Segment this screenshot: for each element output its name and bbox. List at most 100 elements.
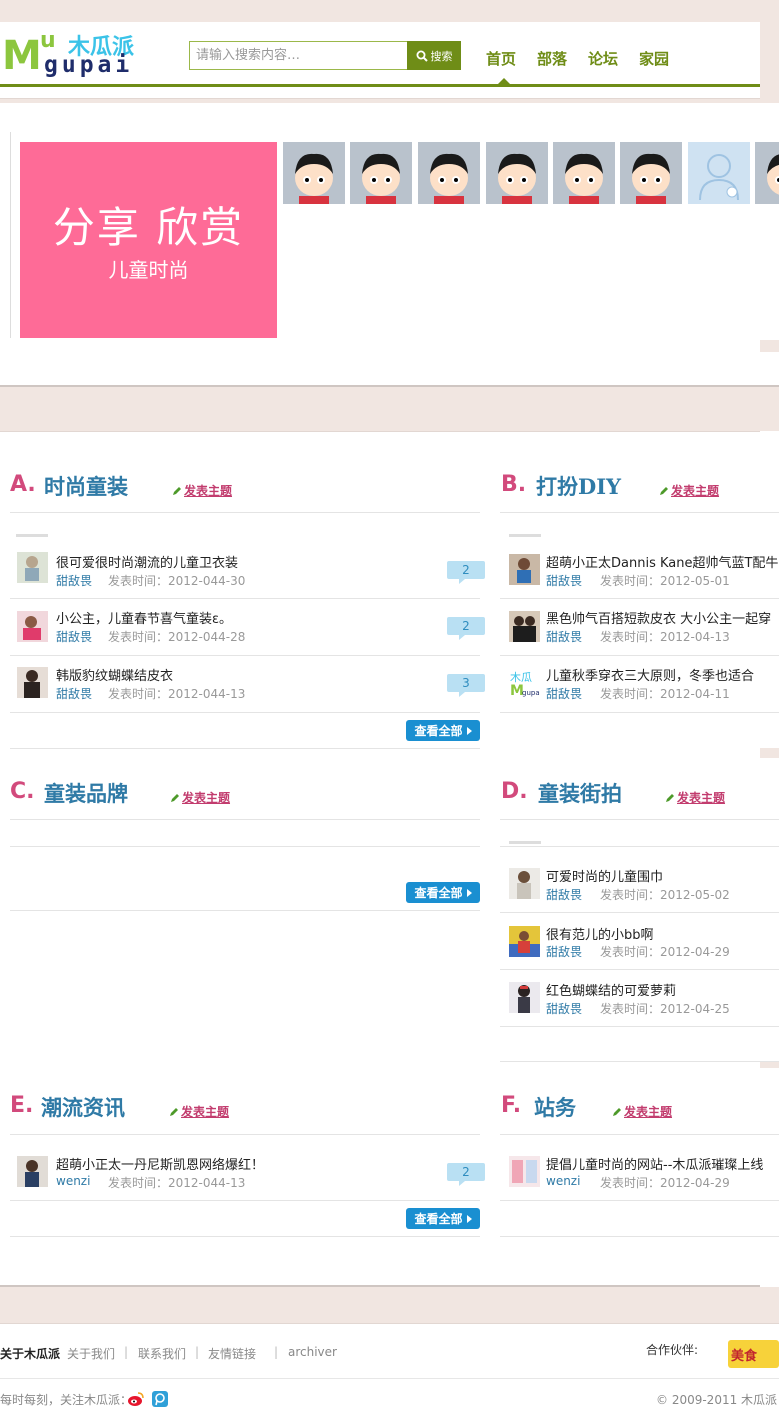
section-b-post-link[interactable]: 发表主题 — [659, 482, 719, 499]
post-title[interactable]: 韩版豹纹蝴蝶结皮衣 — [56, 665, 436, 684]
post-author[interactable]: 甜敌畏 — [56, 572, 92, 589]
post-time: 发表时间：2012-044-13 — [108, 1176, 246, 1190]
divider — [500, 969, 779, 970]
section-d-post-link[interactable]: 发表主题 — [665, 789, 725, 806]
post-title[interactable]: 很可爱很时尚潮流的儿童卫衣装 — [56, 552, 436, 571]
section-a-letter: A. — [10, 472, 36, 497]
section-e-view-all-button[interactable]: 查看全部 — [406, 1208, 480, 1229]
post-thumbnail[interactable] — [509, 554, 540, 585]
footer-link-archiver[interactable]: archiver — [288, 1345, 337, 1359]
post-thumbnail[interactable] — [17, 667, 48, 698]
pencil-icon — [171, 793, 179, 802]
cartoon-girl-icon — [755, 142, 779, 204]
footer-follow-text: 每时每刻，关注木瓜派： — [0, 1393, 133, 1407]
section-b-title[interactable]: 打扮DIY — [536, 471, 621, 501]
post-thumbnail[interactable] — [509, 926, 540, 957]
footer-link-about-us[interactable]: 关于我们 — [67, 1345, 115, 1362]
post-thumbnail[interactable] — [509, 868, 540, 899]
post-thumbnail[interactable] — [17, 1156, 48, 1187]
footer-about[interactable]: 关于木瓜派 — [0, 1345, 60, 1362]
post-title[interactable]: 超萌小正太Dannis Kane超帅气蓝T配牛 — [546, 552, 779, 571]
member-avatar[interactable] — [418, 142, 480, 204]
section-f-post-link[interactable]: 发表主题 — [612, 1103, 672, 1120]
member-avatar[interactable] — [620, 142, 682, 204]
site-logo-thumbnail[interactable]: 木瓜 Mgupai — [509, 667, 540, 698]
post-thumbnail[interactable] — [17, 611, 48, 642]
post-title[interactable]: 黑色帅气百搭短款皮衣 大小公主一起穿 — [546, 608, 779, 627]
section-c-view-all-button[interactable]: 查看全部 — [406, 882, 480, 903]
post-title[interactable]: 可爱时尚的儿童围巾 — [546, 866, 779, 885]
divider — [500, 655, 779, 656]
section-c-post-link[interactable]: 发表主题 — [170, 789, 230, 806]
footer-copyright: © 2009-2011 木瓜派 — [656, 1393, 778, 1407]
section-a-title[interactable]: 时尚童装 — [44, 471, 128, 501]
nav-home-garden[interactable]: 家园 — [639, 48, 669, 69]
member-avatar[interactable] — [283, 142, 345, 204]
post-author[interactable]: 甜敌畏 — [56, 685, 92, 702]
divider — [500, 912, 779, 913]
cartoon-girl-icon — [620, 142, 682, 204]
post-author[interactable]: 甜敌畏 — [546, 886, 582, 903]
divider — [500, 512, 779, 513]
section-e-post-link[interactable]: 发表主题 — [169, 1103, 229, 1120]
section-e-title[interactable]: 潮流资讯 — [41, 1092, 125, 1122]
logo-u: u — [40, 28, 56, 53]
post-thumbnail[interactable] — [509, 1156, 540, 1187]
post-author[interactable]: 甜敌畏 — [546, 943, 582, 960]
footer-link-contact[interactable]: 联系我们 — [138, 1345, 186, 1362]
post-title[interactable]: 很有范儿的小bb啊 — [546, 924, 779, 943]
member-avatar-default[interactable] — [688, 142, 750, 204]
section-a-post-link[interactable]: 发表主题 — [172, 482, 232, 499]
divider — [500, 819, 779, 820]
post-author[interactable]: 甜敌畏 — [546, 685, 582, 702]
divider — [500, 846, 779, 847]
section-c-title[interactable]: 童装品牌 — [44, 778, 128, 808]
post-author[interactable]: 甜敌畏 — [56, 628, 92, 645]
nav-home[interactable]: 首页 — [486, 48, 516, 69]
post-thumbnail[interactable] — [509, 611, 540, 642]
post-link-label: 发表主题 — [671, 484, 720, 498]
section-f-title[interactable]: 站务 — [534, 1092, 576, 1122]
banner-share-appreciate[interactable]: 分享 欣赏 儿童时尚 — [20, 142, 277, 338]
arrow-right-icon — [466, 1214, 472, 1223]
divider — [500, 712, 779, 713]
post-title[interactable]: 提倡儿童时尚的网站--木瓜派璀璨上线 — [546, 1154, 779, 1173]
pencil-icon — [170, 1107, 178, 1116]
partner-logo[interactable]: 美食 — [728, 1340, 779, 1368]
weibo-icon[interactable] — [127, 1391, 144, 1407]
post-link-label: 发表主题 — [624, 1105, 673, 1119]
arrow-right-icon — [466, 888, 472, 897]
post-author[interactable]: 甜敌畏 — [546, 628, 582, 645]
tencent-weibo-icon[interactable] — [152, 1391, 168, 1407]
post-thumbnail[interactable] — [509, 982, 540, 1013]
post-author[interactable]: 甜敌畏 — [546, 1000, 582, 1017]
post-time: 发表时间：2012-05-01 — [600, 574, 730, 588]
section-f-letter: F. — [501, 1093, 522, 1118]
post-author[interactable]: wenzi — [56, 1174, 90, 1188]
divider — [10, 910, 480, 911]
photo-thumb-icon — [509, 982, 540, 1013]
post-title[interactable]: 小公主，儿童春节喜气童装ε。 — [56, 608, 436, 627]
post-thumbnail[interactable] — [17, 552, 48, 583]
divider — [10, 819, 480, 820]
search-input[interactable] — [190, 42, 408, 69]
section-d-title[interactable]: 童装街拍 — [538, 778, 622, 808]
page-bg-strip — [760, 748, 779, 758]
member-avatar[interactable] — [553, 142, 615, 204]
member-avatar[interactable] — [350, 142, 412, 204]
post-title[interactable]: 儿童秋季穿衣三大原则，冬季也适合 — [546, 665, 779, 684]
post-author[interactable]: 甜敌畏 — [546, 572, 582, 589]
section-a-view-all-button[interactable]: 查看全部 — [406, 720, 480, 741]
post-title[interactable]: 超萌小正太一丹尼斯凯恩网络爆红！ — [56, 1154, 436, 1173]
post-title[interactable]: 红色蝴蝶结的可爱萝莉 — [546, 980, 779, 999]
nav-forum[interactable]: 论坛 — [588, 48, 618, 69]
search-button[interactable]: 搜索 — [407, 41, 461, 70]
post-author[interactable]: wenzi — [546, 1174, 580, 1188]
post-time: 发表时间：2012-04-11 — [600, 687, 730, 701]
divider — [10, 598, 480, 599]
member-avatar[interactable] — [486, 142, 548, 204]
member-avatar[interactable] — [755, 142, 779, 204]
site-logo[interactable]: M u 木瓜派 gupai — [2, 28, 162, 80]
footer-link-friends[interactable]: 友情链接 — [208, 1345, 256, 1362]
nav-tribe[interactable]: 部落 — [537, 48, 567, 69]
